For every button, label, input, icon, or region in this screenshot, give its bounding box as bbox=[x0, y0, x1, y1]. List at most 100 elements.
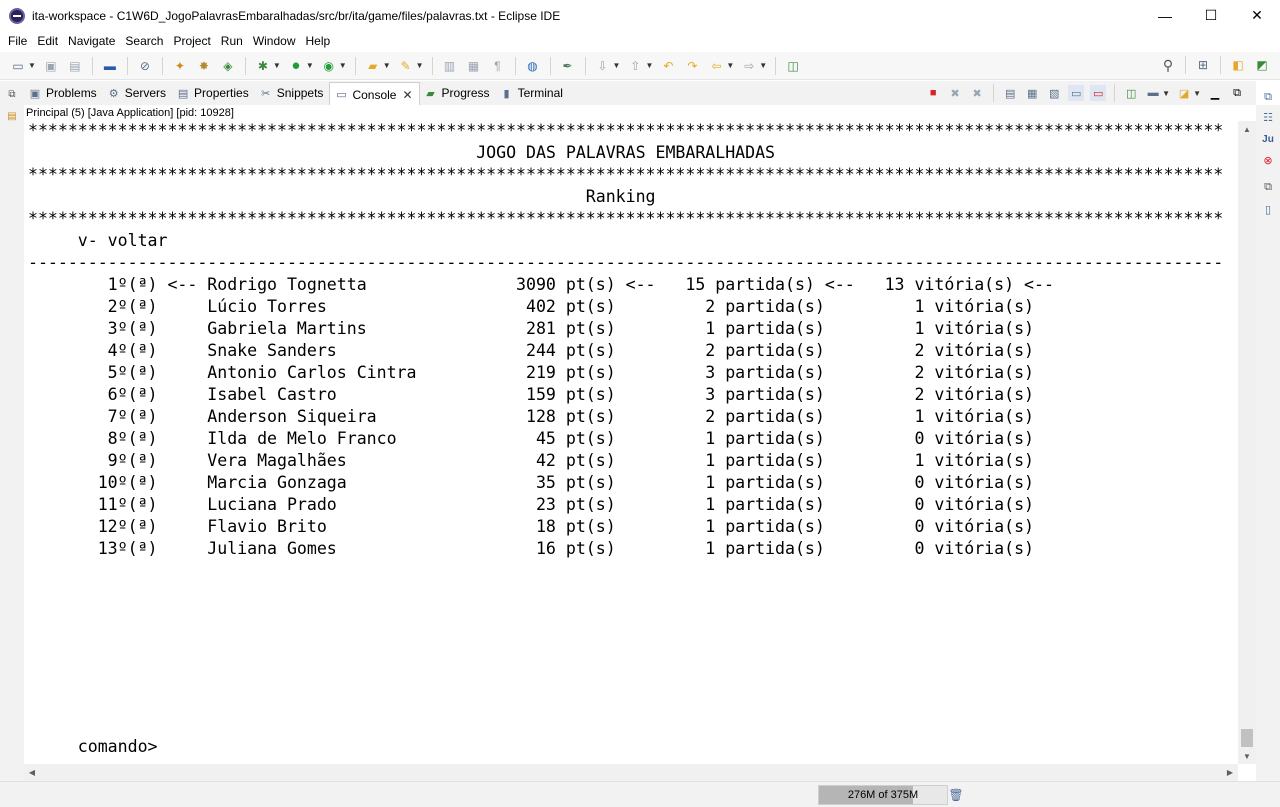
console-output[interactable]: ****************************************… bbox=[24, 121, 1238, 764]
heap-status[interactable]: 276M of 375M bbox=[818, 785, 948, 805]
display-console-icon[interactable]: ▬ bbox=[1145, 85, 1161, 101]
last-edit-location-icon[interactable]: ↶ bbox=[660, 58, 676, 74]
restore-icon[interactable]: ⧉ bbox=[5, 87, 19, 101]
last-edit-forward-icon[interactable]: ↷ bbox=[684, 58, 700, 74]
external-tools-dropdown-icon[interactable]: ▼ bbox=[339, 61, 347, 70]
console-line: 6º(ª) Isabel Castro 159 pt(s) 3 partida(… bbox=[28, 385, 1034, 404]
forward-dropdown-icon[interactable]: ▼ bbox=[759, 61, 767, 70]
java-perspective-icon[interactable]: ◧ bbox=[1230, 57, 1246, 73]
tab-progress[interactable]: ▰ Progress bbox=[420, 82, 496, 104]
scroll-up-icon[interactable]: ▲ bbox=[1238, 121, 1256, 137]
close-window-button[interactable]: ✕ bbox=[1234, 0, 1280, 31]
remove-launch-icon[interactable]: ✖ bbox=[947, 85, 963, 101]
scroll-lock-icon[interactable]: ▦ bbox=[1024, 85, 1040, 101]
tab-problems[interactable]: ▣ Problems bbox=[24, 82, 103, 104]
open-type-icon[interactable]: ▰ bbox=[365, 58, 381, 74]
menu-window[interactable]: Window bbox=[249, 34, 301, 48]
show-whitespace-icon[interactable]: ¶ bbox=[490, 58, 506, 74]
new-dropdown-icon[interactable]: ▼ bbox=[28, 61, 36, 70]
new-class-icon[interactable]: ◈ bbox=[220, 58, 236, 74]
save-icon[interactable]: ▣ bbox=[43, 58, 59, 74]
remove-all-terminated-icon[interactable]: ✖ bbox=[969, 85, 985, 101]
junit-icon[interactable]: Ju bbox=[1260, 131, 1276, 147]
console-text[interactable]: ****************************************… bbox=[24, 121, 1238, 758]
tab-properties[interactable]: ▤ Properties bbox=[172, 82, 255, 104]
previous-annotation-dropdown-icon[interactable]: ▼ bbox=[645, 61, 653, 70]
toolbar-separator bbox=[354, 56, 356, 75]
debug-perspective-icon[interactable]: ◩ bbox=[1254, 57, 1270, 73]
menu-navigate[interactable]: Navigate bbox=[64, 34, 120, 48]
debug-icon[interactable]: ✱ bbox=[255, 58, 271, 74]
garbage-collect-icon[interactable]: 🗑 bbox=[948, 787, 963, 803]
back-dropdown-icon[interactable]: ▼ bbox=[726, 61, 734, 70]
run-dropdown-icon[interactable]: ▼ bbox=[306, 61, 314, 70]
scrollbar-thumb[interactable] bbox=[1241, 729, 1253, 747]
forward-icon[interactable]: ⇨ bbox=[741, 58, 757, 74]
close-icon[interactable]: ✕ bbox=[402, 88, 412, 102]
console-icon: ▭ bbox=[336, 89, 347, 101]
scroll-left-icon[interactable]: ◀ bbox=[24, 764, 40, 781]
menu-search[interactable]: Search bbox=[121, 34, 168, 48]
skip-breakpoints-icon[interactable]: ⊘ bbox=[137, 58, 153, 74]
package-explorer-icon[interactable]: ▤ bbox=[5, 109, 19, 123]
tab-snippets[interactable]: ✂ Snippets bbox=[255, 82, 330, 104]
show-on-stdout-icon[interactable]: ▭ bbox=[1068, 85, 1085, 101]
console-horizontal-scrollbar[interactable]: ◀ ▶ bbox=[24, 764, 1238, 781]
servers-icon: ⚙ bbox=[108, 87, 119, 100]
tab-label: Servers bbox=[124, 86, 167, 100]
console-vertical-scrollbar[interactable]: ▲ ▼ bbox=[1238, 121, 1256, 764]
maximize-view-icon[interactable]: ⧉ bbox=[1229, 85, 1245, 101]
tab-servers[interactable]: ⚙ Servers bbox=[103, 82, 172, 104]
outline-icon[interactable]: ☷ bbox=[1260, 109, 1276, 125]
back-icon[interactable]: ⇦ bbox=[708, 58, 724, 74]
open-type-dropdown-icon[interactable]: ▼ bbox=[383, 61, 391, 70]
show-on-stderr-icon[interactable]: ▭ bbox=[1090, 85, 1107, 101]
next-annotation-icon[interactable]: ⇩ bbox=[595, 58, 611, 74]
tab-console[interactable]: ▭ Console ✕ bbox=[329, 82, 420, 106]
search-icon[interactable]: ⚲ bbox=[1160, 57, 1176, 73]
open-console-icon[interactable]: ▬ bbox=[102, 58, 118, 74]
terminate-icon[interactable]: ■ bbox=[925, 85, 941, 101]
search-dropdown-icon[interactable]: ▼ bbox=[416, 61, 424, 70]
annotation-icon[interactable]: ✒ bbox=[560, 58, 576, 74]
open-console-dropdown-icon[interactable]: ▼ bbox=[1193, 89, 1201, 98]
window-titlebar[interactable]: ita-workspace - C1W6D_JogoPalavrasEmbara… bbox=[0, 0, 1280, 31]
open-console-icon[interactable]: ◪ bbox=[1176, 85, 1192, 101]
minimize-view-icon[interactable]: ▁ bbox=[1207, 85, 1223, 101]
toolbar-separator bbox=[161, 56, 163, 75]
minimize-button[interactable]: — bbox=[1142, 0, 1188, 31]
task-list-icon[interactable]: ▯ bbox=[1260, 201, 1276, 217]
restore-icon[interactable]: ⧉ bbox=[1260, 179, 1276, 195]
toggle-mark-icon[interactable]: ▥ bbox=[442, 58, 458, 74]
display-console-dropdown-icon[interactable]: ▼ bbox=[1162, 89, 1170, 98]
clear-console-icon[interactable]: ▤ bbox=[1002, 85, 1018, 101]
search-tool-icon[interactable]: ✎ bbox=[398, 58, 414, 74]
run-icon[interactable]: ● bbox=[288, 57, 304, 74]
word-wrap-icon[interactable]: ▧ bbox=[1046, 85, 1062, 101]
error-log-icon[interactable]: ⊗ bbox=[1260, 152, 1276, 168]
run-external-icon[interactable]: ◉ bbox=[321, 58, 337, 74]
debug-dropdown-icon[interactable]: ▼ bbox=[273, 61, 281, 70]
previous-annotation-icon[interactable]: ⇧ bbox=[627, 58, 643, 74]
menu-project[interactable]: Project bbox=[169, 34, 215, 48]
tab-terminal[interactable]: ▮ Terminal bbox=[496, 82, 569, 104]
pin-console-icon[interactable]: ◫ bbox=[1123, 85, 1139, 101]
console-line: 4º(ª) Snake Sanders 244 pt(s) 2 partida(… bbox=[28, 341, 1034, 360]
maximize-button[interactable]: ☐ bbox=[1188, 0, 1234, 31]
new-java-project-icon[interactable]: ✦ bbox=[172, 58, 188, 74]
restore-icon[interactable]: ⧉ bbox=[1260, 89, 1276, 105]
new-package-icon[interactable]: ✸ bbox=[196, 58, 212, 74]
next-annotation-dropdown-icon[interactable]: ▼ bbox=[613, 61, 621, 70]
menu-help[interactable]: Help bbox=[302, 34, 336, 48]
open-perspective-icon[interactable]: ⊞ bbox=[1195, 57, 1211, 73]
scroll-right-icon[interactable]: ▶ bbox=[1222, 764, 1238, 781]
menu-file[interactable]: File bbox=[4, 34, 32, 48]
new-icon[interactable]: ▭ bbox=[10, 58, 26, 74]
save-all-icon[interactable]: ▤ bbox=[67, 58, 83, 74]
web-browser-icon[interactable]: ◍ bbox=[525, 58, 541, 74]
menu-edit[interactable]: Edit bbox=[33, 34, 63, 48]
block-selection-icon[interactable]: ▦ bbox=[466, 58, 482, 74]
scroll-down-icon[interactable]: ▼ bbox=[1238, 748, 1256, 764]
pin-editor-icon[interactable]: ◫ bbox=[785, 58, 801, 74]
menu-run[interactable]: Run bbox=[217, 34, 248, 48]
